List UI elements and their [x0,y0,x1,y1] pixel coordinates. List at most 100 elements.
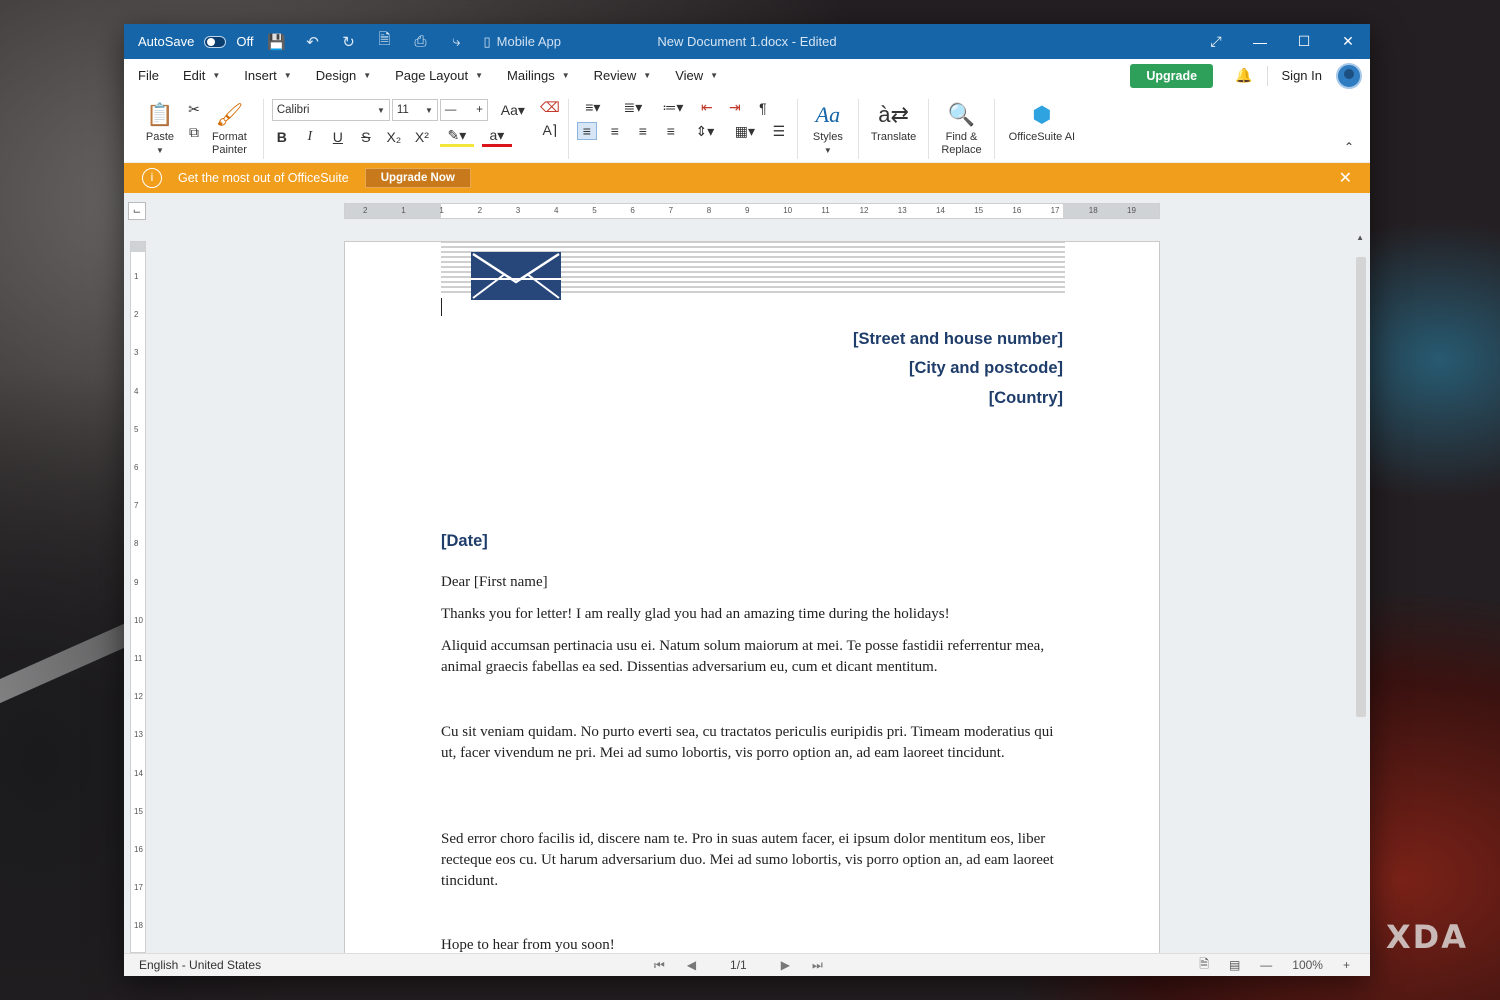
borders-icon[interactable]: ▦▾ [729,123,761,140]
styles-button[interactable]: Aa Styles ▼ [812,99,844,157]
strikethrough-icon[interactable]: S [356,129,376,145]
superscript-icon[interactable]: X² [412,129,432,145]
paragraph-2[interactable]: Cu sit veniam quidam. No purto everti se… [441,722,1065,764]
document-page[interactable]: [Street and house number] [City and post… [344,241,1160,953]
translate-icon: à⇄ [878,101,909,127]
horizontal-ruler[interactable]: 2 1 1 2 3 4 5 6 7 8 9 10 11 12 13 14 15 16 17 18 19 [344,203,1160,219]
upgrade-button[interactable]: Upgrade [1130,63,1214,88]
paste-button[interactable]: 📋 Paste ▼ [144,99,176,157]
font-color-icon[interactable]: a▾ [481,127,512,147]
underline-icon[interactable]: U [328,129,348,145]
font-size-stepper[interactable]: — + [439,99,488,121]
clear-formatting-icon[interactable]: ⌫ [540,99,560,116]
minimize-button[interactable]: — [1238,24,1282,59]
redo-icon[interactable]: ↻ [335,33,361,51]
greeting[interactable]: Dear [First name] [441,572,1065,593]
print-layout-icon[interactable]: 🗎 [1199,955,1209,976]
bullet-list-icon[interactable]: ≡▾ [577,99,609,116]
autosave-toggle[interactable] [204,35,227,48]
tab-stop-selector[interactable]: ⌙ [128,202,146,220]
menu-page-layout[interactable]: Page Layout ▼ [395,68,483,83]
show-formatting-icon[interactable]: ¶ [753,100,773,116]
menu-mailings[interactable]: Mailings ▼ [507,68,570,83]
mobile-app-button[interactable]: ▯ Mobile App [483,34,560,50]
multilevel-list-icon[interactable]: ≔▾ [657,99,689,116]
closing-line[interactable]: Hope to hear from you soon! [441,935,1065,953]
numbered-list-icon[interactable]: ≣▾ [617,99,649,116]
sign-in-link[interactable]: Sign In [1282,68,1322,83]
vertical-scrollbar[interactable] [1356,257,1366,717]
menu-design[interactable]: Design ▼ [316,68,371,83]
paragraph-settings-icon[interactable]: ☰ [769,123,789,140]
collapse-ribbon-icon[interactable]: ⌃ [1344,140,1354,154]
officesuite-ai-button[interactable]: ⬢ OfficeSuite AI [1009,99,1075,144]
find-replace-button[interactable]: 🔍 Find & Replace [941,99,981,157]
italic-icon[interactable]: I [300,129,320,145]
close-button[interactable]: ✕ [1326,24,1370,59]
ruler-number: 2 [477,206,483,215]
language-status[interactable]: English - United States [139,958,261,972]
subscript-icon[interactable]: X₂ [384,129,404,145]
web-layout-icon[interactable]: ▤ [1229,958,1240,972]
new-document-icon[interactable]: 🗎 [371,29,397,54]
increase-indent-icon[interactable]: ⇥ [725,99,745,116]
date-field[interactable]: [Date] [441,532,488,551]
cut-icon[interactable]: ✂ [184,101,204,118]
close-icon[interactable]: ✕ [1339,168,1352,188]
save-icon[interactable]: 💾 [263,33,289,51]
align-right-icon[interactable]: ≡ [633,123,653,139]
paste-label: Paste [145,131,175,143]
maximize-button[interactable]: ☐ [1282,24,1326,59]
vertical-ruler[interactable]: 1 2 3 4 5 6 7 8 9 10 11 12 13 14 15 16 17 18 [130,241,146,953]
last-page-icon[interactable]: ⏭ [812,958,823,973]
decrease-font-icon[interactable]: — [445,104,457,116]
paintbrush-icon: 🖌 [215,101,244,127]
menu-insert[interactable]: Insert ▼ [244,68,291,83]
ruler-number: 4 [134,386,139,396]
bold-icon[interactable]: B [272,129,292,145]
fullscreen-icon[interactable]: ⤢ [1194,24,1238,59]
scroll-up-icon[interactable]: ▲ [1356,233,1364,242]
font-name-select[interactable]: Calibri ▼ [271,99,390,121]
align-left-icon[interactable]: ≡ [576,122,597,140]
street-field[interactable]: [Street and house number] [853,330,1063,349]
paragraph-3[interactable]: Sed error choro facilis id, discere nam … [441,829,1065,892]
first-page-icon[interactable]: ⏮ [654,958,665,973]
zoom-level[interactable]: 100% [1292,958,1323,972]
font-size-value: 11 [396,104,409,116]
translate-group: à⇄ Translate [859,99,930,159]
ribbon: 📋 Paste ▼ ✂ ⧉ 🖌 Format Painter Calibri ▼ [124,93,1370,163]
upgrade-now-button[interactable]: Upgrade Now [364,168,471,188]
next-page-icon[interactable]: ▶ [781,958,790,972]
document-workspace: ⌙ 2 1 1 2 3 4 5 6 7 8 9 10 11 12 13 14 15 16 17 18 19 123456… [124,193,1370,953]
menu-file[interactable]: File [138,68,159,83]
notification-bell-icon[interactable]: 🔔 [1235,67,1252,84]
change-case-icon[interactable]: Aa▾ [496,102,530,119]
previous-page-icon[interactable]: ◀ [687,958,696,972]
print-icon[interactable]: ⎙ [407,33,433,50]
translate-button[interactable]: à⇄ Translate [871,99,916,144]
menu-review[interactable]: Review ▼ [594,68,652,83]
intro-line[interactable]: Thanks you for letter! I am really glad … [441,604,1065,625]
increase-font-icon[interactable]: + [476,104,483,116]
justify-icon[interactable]: ≡ [661,123,681,139]
share-icon[interactable]: ⤷ [443,33,469,50]
avatar[interactable] [1336,62,1362,89]
paragraph-1[interactable]: Aliquid accumsan pertinacia usu ei. Natu… [441,636,1065,678]
city-field[interactable]: [City and postcode] [909,359,1063,378]
text-effects-icon[interactable]: A⌉ [540,122,560,139]
align-center-icon[interactable]: ≡ [605,123,625,139]
undo-icon[interactable]: ↶ [299,33,325,51]
menu-edit[interactable]: Edit ▼ [183,68,220,83]
line-spacing-icon[interactable]: ⇕▾ [689,123,721,140]
country-field[interactable]: [Country] [989,389,1063,408]
menu-file-label: File [138,68,159,83]
decrease-indent-icon[interactable]: ⇤ [697,99,717,116]
format-painter-button[interactable]: 🖌 Format Painter [212,99,247,157]
highlight-color-icon[interactable]: ✎▾ [439,127,474,147]
zoom-in-icon[interactable]: + [1343,958,1350,972]
font-size-select[interactable]: 11 ▼ [391,99,438,121]
copy-icon[interactable]: ⧉ [184,124,204,141]
zoom-out-icon[interactable]: — [1260,958,1272,972]
menu-view[interactable]: View ▼ [675,68,718,83]
